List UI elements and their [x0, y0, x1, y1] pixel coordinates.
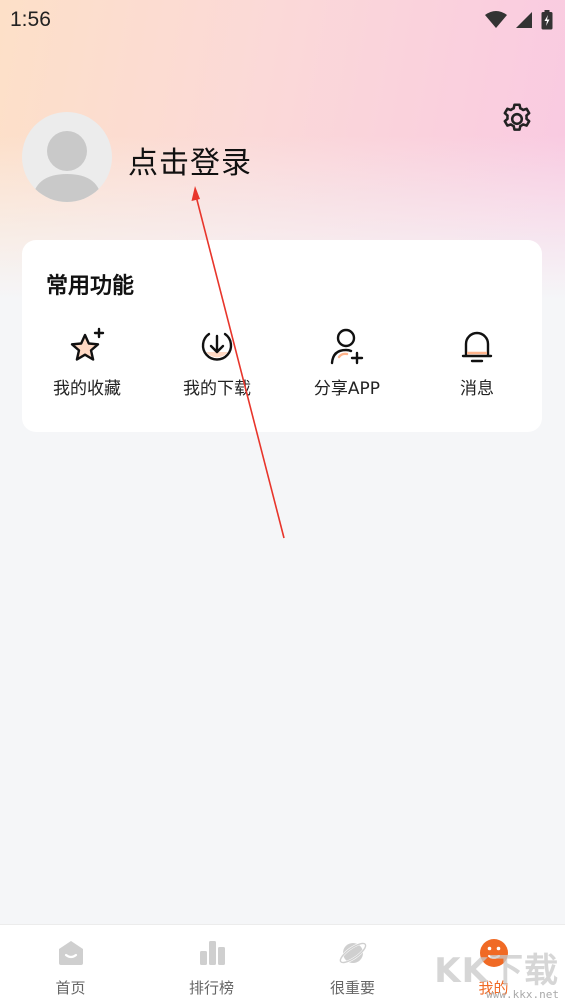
battery-icon	[541, 10, 553, 30]
bell-icon	[457, 326, 497, 366]
planet-icon	[337, 937, 369, 969]
ranking-icon	[196, 937, 228, 969]
function-share-app[interactable]: 分享APP	[282, 326, 412, 406]
function-label: 分享APP	[313, 379, 381, 399]
add-user-icon	[327, 326, 367, 366]
home-icon	[55, 937, 87, 969]
wifi-icon	[485, 11, 507, 28]
tab-important[interactable]: 很重要	[282, 925, 423, 1005]
function-favorites[interactable]: 我的收藏	[22, 326, 152, 406]
watermark: KK下载 www.kkx.net	[434, 943, 559, 1001]
function-label: 消息	[460, 379, 494, 399]
default-avatar-icon	[32, 131, 102, 202]
tab-label: 排行榜	[188, 979, 234, 997]
status-icons	[485, 10, 553, 30]
tab-label: 很重要	[329, 979, 375, 997]
tab-label: 首页	[55, 979, 86, 997]
function-row: 我的收藏 我的下载 分享APP 消息	[22, 326, 542, 406]
common-functions-card: 常用功能 我的收藏 我的下载 分享APP 消息	[22, 240, 542, 432]
function-label: 我的下载	[183, 379, 251, 399]
tab-ranking[interactable]: 排行榜	[141, 925, 282, 1005]
tab-home[interactable]: 首页	[0, 925, 141, 1005]
function-downloads[interactable]: 我的下载	[152, 326, 282, 406]
signal-icon	[516, 12, 532, 28]
function-label: 我的收藏	[53, 379, 121, 399]
star-icon	[67, 326, 107, 366]
status-bar: 1:56	[0, 0, 565, 40]
status-time: 1:56	[10, 8, 51, 31]
settings-button[interactable]	[498, 100, 536, 138]
download-icon	[197, 326, 237, 366]
function-messages[interactable]: 消息	[412, 326, 542, 406]
gear-icon	[503, 103, 531, 131]
card-title: 常用功能	[46, 274, 135, 299]
login-link[interactable]: 点击登录	[128, 138, 252, 182]
watermark-text: KK下载	[434, 951, 559, 991]
avatar[interactable]	[22, 112, 112, 202]
